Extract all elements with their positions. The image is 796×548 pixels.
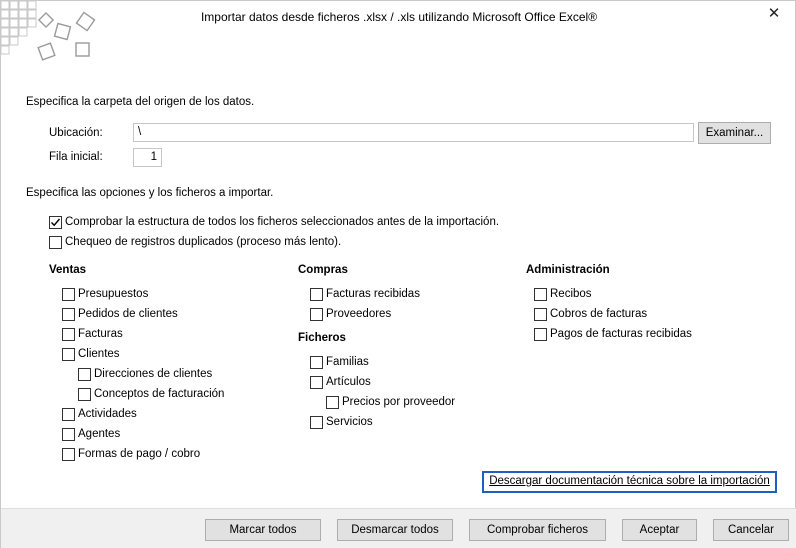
checkbox-label: Familias	[326, 356, 369, 368]
checkbox-label: Precios por proveedor	[342, 396, 456, 408]
checkbox-agentes[interactable]: Agentes	[62, 426, 120, 442]
download-docs-link[interactable]: Descargar documentación técnica sobre la…	[482, 471, 777, 493]
checkbox-box[interactable]	[62, 327, 75, 341]
checkbox-proveedores[interactable]: Proveedores	[310, 306, 391, 322]
checkbox-box[interactable]	[62, 447, 75, 461]
location-label: Ubicación:	[49, 127, 103, 139]
checkbox-label: Presupuestos	[78, 288, 149, 300]
checkbox-actividades[interactable]: Actividades	[62, 406, 137, 422]
checkbox-recibos[interactable]: Recibos	[534, 286, 592, 302]
close-icon[interactable]: ✕	[761, 5, 787, 25]
checkbox-label: Facturas	[78, 328, 123, 340]
checkbox-box[interactable]	[62, 287, 75, 301]
check-structure-label: Comprobar la estructura de todos los fic…	[65, 216, 500, 228]
dialog-footer: Marcar todos Desmarcar todos Comprobar f…	[1, 508, 796, 548]
import-dialog: Importar datos desde ficheros .xlsx / .x…	[0, 0, 796, 548]
checkbox-label: Facturas recibidas	[326, 288, 420, 300]
checkbox-conceptos-facturacion[interactable]: Conceptos de facturación	[78, 386, 224, 402]
checkbox-cobros-facturas[interactable]: Cobros de facturas	[534, 306, 647, 322]
administracion-group-title: Administración	[526, 264, 610, 276]
checkbox-box[interactable]	[62, 427, 75, 441]
checkbox-facturas-recibidas[interactable]: Facturas recibidas	[310, 286, 420, 302]
checkbox-box[interactable]	[78, 367, 91, 381]
checkbox-box[interactable]	[310, 287, 323, 301]
checkbox-box[interactable]	[310, 375, 323, 389]
checkbox-label: Direcciones de clientes	[94, 368, 213, 380]
checkbox-label: Actividades	[78, 408, 137, 420]
checkbox-direcciones-clientes[interactable]: Direcciones de clientes	[78, 366, 212, 382]
checkbox-box[interactable]	[62, 347, 75, 361]
checkbox-box[interactable]	[326, 395, 339, 409]
checkbox-precios-proveedor[interactable]: Precios por proveedor	[326, 394, 455, 410]
unmark-all-button[interactable]: Desmarcar todos	[337, 519, 453, 541]
checkbox-pedidos-clientes[interactable]: Pedidos de clientes	[62, 306, 178, 322]
checkbox-facturas[interactable]: Facturas	[62, 326, 123, 342]
checkbox-label: Pagos de facturas recibidas	[550, 328, 692, 340]
checkbox-box[interactable]	[49, 215, 62, 229]
checkbox-label: Proveedores	[326, 308, 392, 320]
checkbox-presupuestos[interactable]: Presupuestos	[62, 286, 148, 302]
checkbox-label: Cobros de facturas	[550, 308, 648, 320]
checkbox-label: Artículos	[326, 376, 371, 388]
ventas-group-title: Ventas	[49, 264, 87, 276]
checkbox-label: Pedidos de clientes	[78, 308, 178, 320]
start-row-input[interactable]: 1	[133, 148, 162, 167]
checkbox-box[interactable]	[534, 287, 547, 301]
checkbox-box[interactable]	[62, 307, 75, 321]
checkbox-box[interactable]	[49, 235, 62, 249]
checkbox-label: Agentes	[78, 428, 121, 440]
check-duplicates-checkbox[interactable]: Chequeo de registros duplicados (proceso…	[49, 234, 341, 250]
checkbox-box[interactable]	[62, 407, 75, 421]
origin-section-title: Especifica la carpeta del origen de los …	[26, 96, 255, 108]
checkbox-formas-pago[interactable]: Formas de pago / cobro	[62, 446, 200, 462]
checkbox-servicios[interactable]: Servicios	[310, 414, 373, 430]
checkbox-pagos-facturas-recibidas[interactable]: Pagos de facturas recibidas	[534, 326, 692, 342]
check-files-button[interactable]: Comprobar ficheros	[469, 519, 606, 541]
checkbox-familias[interactable]: Familias	[310, 354, 369, 370]
mark-all-button[interactable]: Marcar todos	[205, 519, 321, 541]
checkbox-box[interactable]	[310, 355, 323, 369]
checkbox-label: Recibos	[550, 288, 592, 300]
checkbox-box[interactable]	[310, 415, 323, 429]
checkbox-box[interactable]	[534, 307, 547, 321]
check-duplicates-label: Chequeo de registros duplicados (proceso…	[65, 236, 342, 248]
compras-group-title: Compras	[298, 264, 348, 276]
checkbox-articulos[interactable]: Artículos	[310, 374, 371, 390]
checkbox-label: Clientes	[78, 348, 120, 360]
start-row-label: Fila inicial:	[49, 151, 103, 163]
checkbox-box[interactable]	[78, 387, 91, 401]
cancel-button[interactable]: Cancelar	[713, 519, 789, 541]
location-input[interactable]: \	[133, 123, 694, 142]
check-structure-checkbox[interactable]: Comprobar la estructura de todos los fic…	[49, 214, 499, 230]
checkbox-box[interactable]	[534, 327, 547, 341]
checkbox-label: Formas de pago / cobro	[78, 448, 201, 460]
checkbox-label: Conceptos de facturación	[94, 388, 225, 400]
checkbox-box[interactable]	[310, 307, 323, 321]
checkbox-label: Servicios	[326, 416, 373, 428]
ficheros-group-title: Ficheros	[298, 332, 346, 344]
checkbox-clientes[interactable]: Clientes	[62, 346, 120, 362]
browse-button[interactable]: Examinar...	[698, 122, 771, 144]
options-section-title: Especifica las opciones y los ficheros a…	[26, 187, 274, 199]
dialog-title: Importar datos desde ficheros .xlsx / .x…	[200, 10, 598, 24]
accept-button[interactable]: Aceptar	[622, 519, 697, 541]
